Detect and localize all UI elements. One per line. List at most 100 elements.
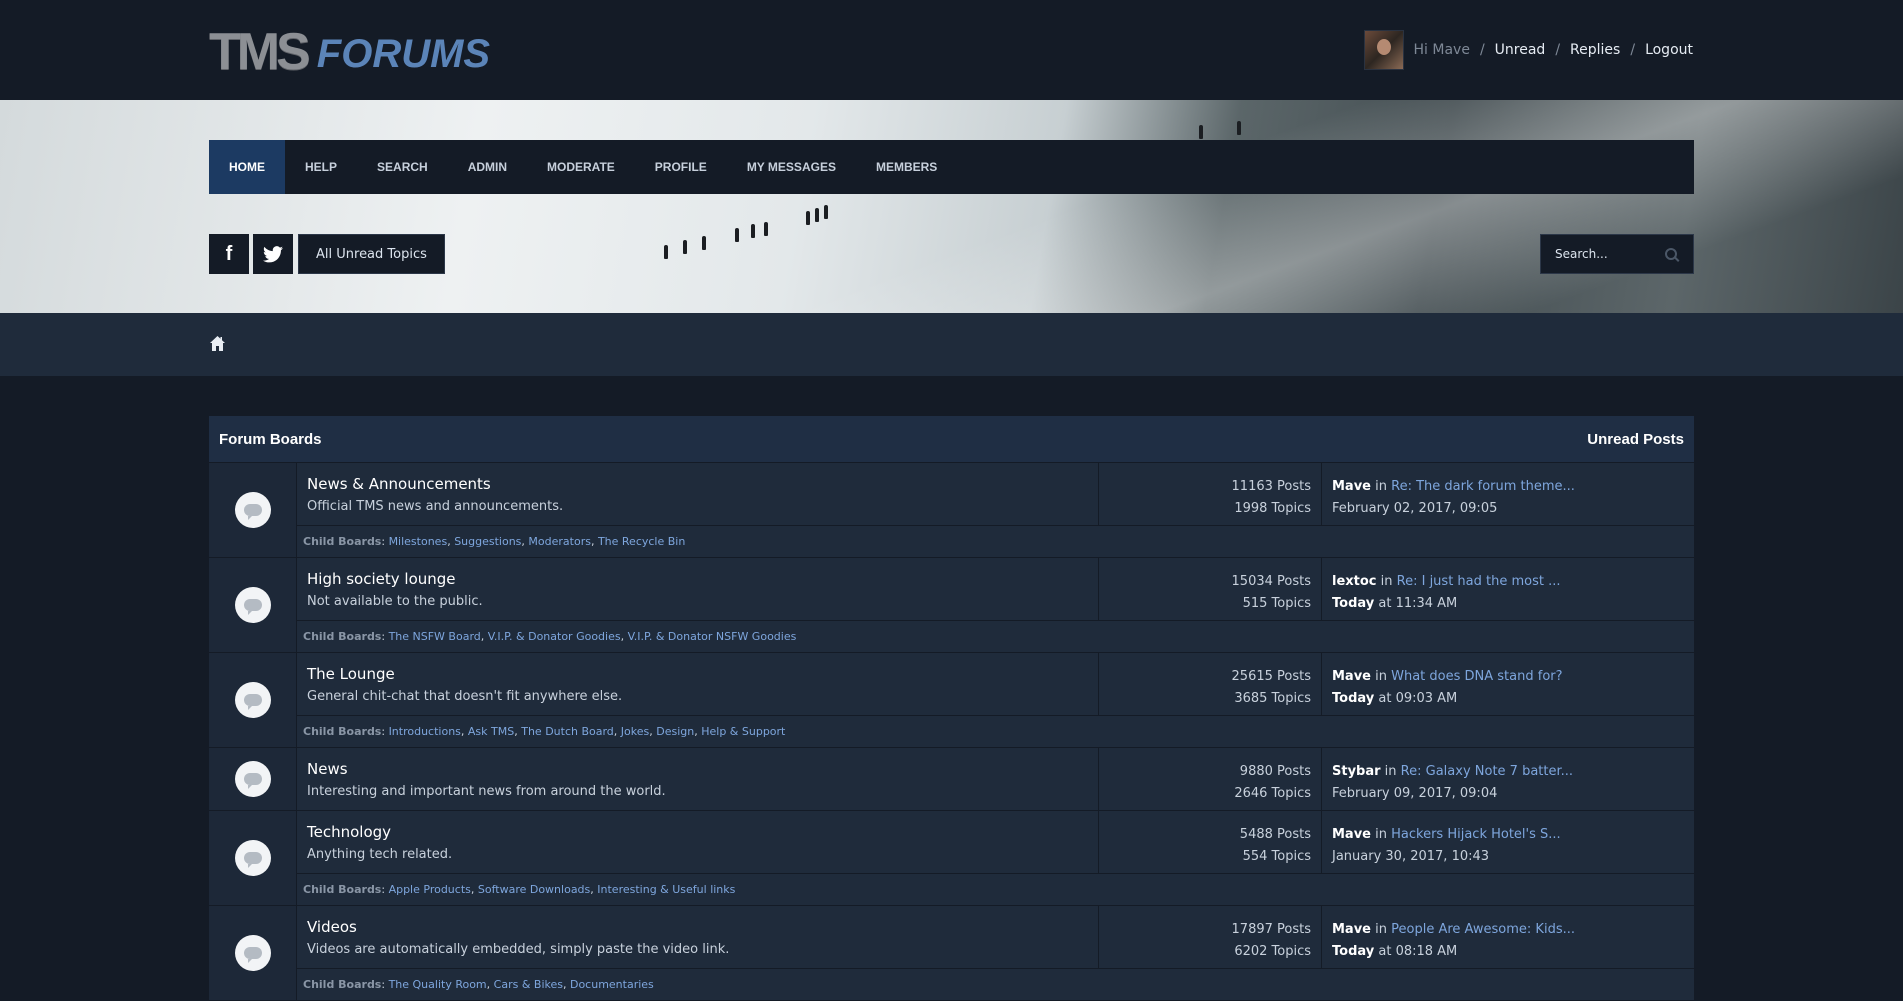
avatar[interactable]	[1363, 30, 1404, 70]
child-boards-label: Child Boards	[303, 630, 382, 643]
child-board-link[interactable]: Ask TMS	[468, 725, 514, 738]
board-stats: 15034 Posts 515 Topics	[1099, 558, 1322, 620]
breadcrumb	[0, 313, 1903, 376]
last-post-title[interactable]: Re: The dark forum theme...	[1391, 479, 1575, 494]
climber-figure	[764, 222, 768, 236]
board-name[interactable]: Videos	[307, 918, 1088, 936]
logout-link[interactable]: Logout	[1645, 42, 1693, 58]
chat-bubble-icon	[234, 587, 271, 623]
separator: /	[1555, 42, 1561, 58]
greeting: Hi Mave	[1413, 42, 1470, 58]
child-board-link[interactable]: Suggestions	[454, 535, 521, 548]
child-board-link[interactable]: Jokes	[621, 725, 649, 738]
last-post-time: at 09:03 AM	[1374, 691, 1458, 706]
board-row: The Lounge General chit-chat that doesn'…	[209, 653, 1694, 748]
child-board-link[interactable]: Apple Products	[389, 883, 471, 896]
child-board-link[interactable]: The Recycle Bin	[598, 535, 685, 548]
board-info: Technology Anything tech related.	[297, 811, 1099, 873]
child-boards-label: Child Boards	[303, 535, 382, 548]
child-board-link[interactable]: The NSFW Board	[389, 630, 481, 643]
child-boards: Child Boards: The Quality Room, Cars & B…	[297, 968, 1694, 1000]
last-post-title[interactable]: Re: Galaxy Note 7 batter...	[1401, 764, 1573, 779]
board-post-count: 11163 Posts	[1231, 479, 1311, 494]
child-board-link[interactable]: Cars & Bikes	[494, 978, 563, 991]
board-last-post: Mave in Hackers Hijack Hotel's S... Janu…	[1332, 827, 1561, 864]
climber-figure	[702, 236, 706, 250]
child-board-link[interactable]: Help & Support	[701, 725, 785, 738]
replies-link[interactable]: Replies	[1570, 42, 1620, 58]
child-board-link[interactable]: The Quality Room	[389, 978, 487, 991]
board-topic-count: 3685 Topics	[1234, 691, 1311, 706]
search-icon[interactable]	[1665, 248, 1677, 260]
last-post-title[interactable]: Re: I just had the most ...	[1397, 574, 1561, 589]
child-board-link[interactable]: Moderators	[528, 535, 591, 548]
climber-figure	[664, 245, 668, 259]
child-board-link[interactable]: The Dutch Board	[521, 725, 614, 738]
last-post-user[interactable]: Mave	[1332, 827, 1371, 842]
child-boards-label: Child Boards	[303, 978, 382, 991]
board-info: News Interesting and important news from…	[297, 748, 1099, 810]
last-post-user[interactable]: lextoc	[1332, 574, 1377, 589]
board-post-count: 15034 Posts	[1231, 574, 1311, 589]
last-post-user[interactable]: Stybar	[1332, 764, 1381, 779]
board-name[interactable]: Technology	[307, 823, 1088, 841]
child-boards-label: Child Boards	[303, 883, 382, 896]
twitter-button[interactable]	[253, 234, 293, 274]
child-board-link[interactable]: Interesting & Useful links	[597, 883, 735, 896]
child-board-link[interactable]: Documentaries	[570, 978, 654, 991]
last-post-time: February 02, 2017, 09:05	[1332, 501, 1498, 516]
last-post-user[interactable]: Mave	[1332, 479, 1371, 494]
last-post-title[interactable]: Hackers Hijack Hotel's S...	[1391, 827, 1561, 842]
nav-search[interactable]: SEARCH	[357, 140, 448, 194]
logo-tms: TMS	[209, 23, 311, 81]
child-boards: Child Boards: Milestones, Suggestions, M…	[297, 525, 1694, 557]
last-post-title[interactable]: People Are Awesome: Kids...	[1391, 922, 1575, 937]
board-name[interactable]: News	[307, 760, 1088, 778]
nav-admin[interactable]: ADMIN	[448, 140, 527, 194]
child-board-link[interactable]: V.I.P. & Donator Goodies	[488, 630, 621, 643]
facebook-button[interactable]: f	[209, 234, 249, 274]
nav-members[interactable]: MEMBERS	[856, 140, 957, 194]
board-stats: 25615 Posts 3685 Topics	[1099, 653, 1322, 715]
board-topic-count: 554 Topics	[1242, 849, 1311, 864]
board-icon-cell	[209, 653, 297, 747]
board-description: Interesting and important news from arou…	[307, 784, 666, 799]
unread-link[interactable]: Unread	[1495, 42, 1546, 58]
climber-figure	[806, 211, 810, 225]
board-icon-cell	[209, 463, 297, 557]
board-last-post: Stybar in Re: Galaxy Note 7 batter... Fe…	[1332, 764, 1574, 801]
board-description: Videos are automatically embedded, simpl…	[307, 942, 730, 957]
nav-moderate[interactable]: MODERATE	[527, 140, 635, 194]
board-icon-cell	[209, 748, 297, 810]
child-board-link[interactable]: Milestones	[389, 535, 448, 548]
board-name[interactable]: The Lounge	[307, 665, 1088, 683]
climber-figure	[824, 205, 828, 219]
nav-profile[interactable]: PROFILE	[635, 140, 727, 194]
child-board-link[interactable]: Introductions	[389, 725, 461, 738]
nav-home[interactable]: HOME	[209, 140, 285, 194]
last-post-user[interactable]: Mave	[1332, 669, 1371, 684]
child-boards-label: Child Boards	[303, 725, 382, 738]
facebook-icon: f	[225, 242, 233, 265]
user-menu: Hi Mave / Unread / Replies / Logout	[1363, 30, 1693, 70]
separator: /	[1479, 42, 1485, 58]
board-info: Videos Videos are automatically embedded…	[297, 906, 1099, 968]
nav-help[interactable]: HELP	[285, 140, 357, 194]
board-list: News & Announcements Official TMS news a…	[209, 463, 1694, 1001]
nav-my-messages[interactable]: MY MESSAGES	[727, 140, 856, 194]
board-stats: 9880 Posts 2646 Topics	[1099, 748, 1322, 810]
search-input[interactable]	[1541, 247, 1661, 261]
site-logo[interactable]: TMS FORUMS	[209, 23, 490, 81]
home-icon[interactable]	[209, 335, 226, 352]
board-name[interactable]: High society lounge	[307, 570, 1088, 588]
all-unread-topics-button[interactable]: All Unread Topics	[298, 234, 445, 274]
last-post-title[interactable]: What does DNA stand for?	[1391, 669, 1562, 684]
child-board-link[interactable]: Design	[656, 725, 694, 738]
twitter-icon	[263, 245, 283, 262]
board-topic-count: 515 Topics	[1242, 596, 1311, 611]
child-board-link[interactable]: V.I.P. & Donator NSFW Goodies	[628, 630, 797, 643]
board-name[interactable]: News & Announcements	[307, 475, 1088, 493]
child-board-link[interactable]: Software Downloads	[478, 883, 590, 896]
last-post-user[interactable]: Mave	[1332, 922, 1371, 937]
unread-posts-link[interactable]: Unread Posts	[1587, 431, 1684, 448]
